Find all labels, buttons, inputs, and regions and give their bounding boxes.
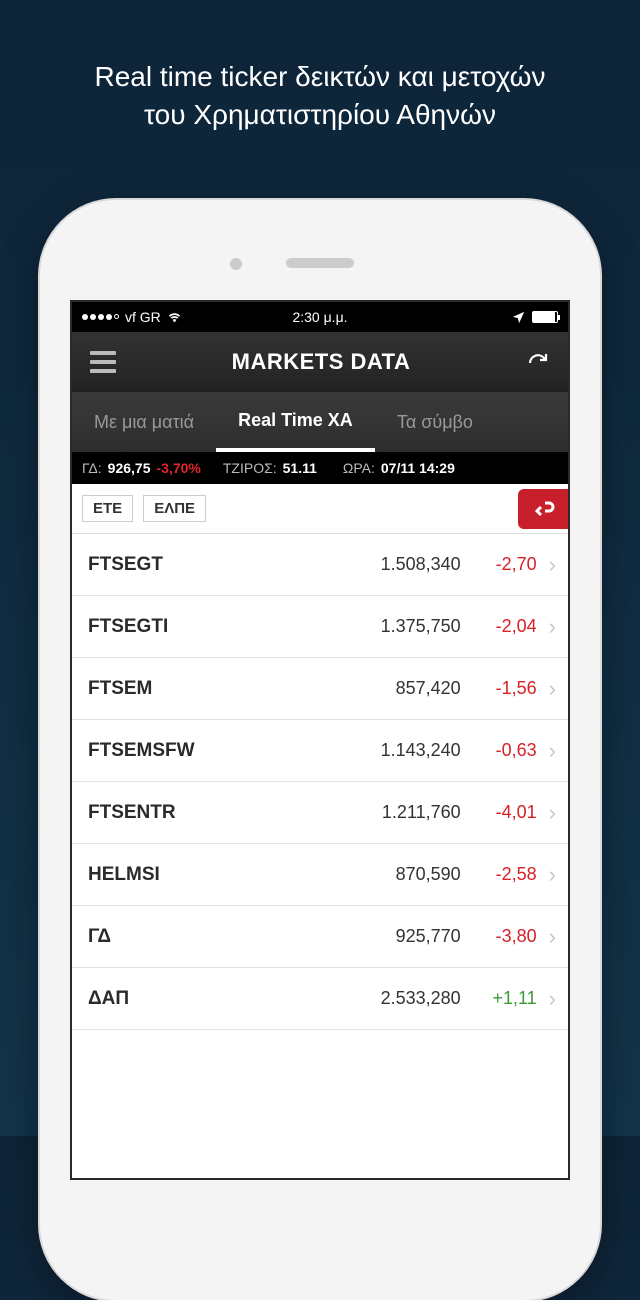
phone-camera <box>230 258 242 270</box>
ticker-price: 925,770 <box>341 926 461 947</box>
ticker-row[interactable]: ΔΑΠ2.533,280+1,11 › <box>72 968 568 1030</box>
chevron-right-icon: › <box>549 738 556 764</box>
ticker-symbol: ΔΑΠ <box>88 988 341 1010</box>
ticker-price: 857,420 <box>341 678 461 699</box>
ora-value: 07/11 14:29 <box>381 460 455 476</box>
ticker-symbol: FTSEGTI <box>88 616 341 638</box>
refresh-icon[interactable] <box>526 350 550 374</box>
ticker-symbol: FTSEMSFW <box>88 740 341 762</box>
toggle-button[interactable] <box>518 489 568 529</box>
wifi-icon <box>167 310 182 325</box>
ticker-symbol: ΓΔ <box>88 926 341 948</box>
ticker-symbol: FTSENTR <box>88 802 341 824</box>
gd-change: -3,70% <box>157 460 201 476</box>
ticker-change: +1,11 <box>461 988 537 1009</box>
chevron-right-icon: › <box>549 986 556 1012</box>
tab-0[interactable]: Με μια ματιά <box>72 392 216 452</box>
ticker-change: -2,70 <box>461 554 537 575</box>
tziros-label: ΤΖΙΡΟΣ: <box>223 460 277 476</box>
tab-1[interactable]: Real Time XA <box>216 392 375 452</box>
chevron-right-icon: › <box>549 552 556 578</box>
carrier-label: vf GR <box>125 309 161 325</box>
tab-bar: Με μια ματιάReal Time XAΤα σύμβο <box>72 392 568 452</box>
ticker-row[interactable]: FTSEM857,420-1,56 › <box>72 658 568 720</box>
ticker-price: 870,590 <box>341 864 461 885</box>
ticker-list[interactable]: FTSEGT1.508,340-2,70›FTSEGTI1.375,750-2,… <box>72 534 568 1178</box>
phone-speaker <box>286 258 354 268</box>
ticker-change: -0,63 <box>461 740 537 761</box>
ticker-price: 1.375,750 <box>341 616 461 637</box>
ticker-price: 1.211,760 <box>341 802 461 823</box>
filter-row: ΕΤΕ ΕΛΠΕ <box>72 484 568 534</box>
ticker-price: 1.508,340 <box>341 554 461 575</box>
ticker-row[interactable]: FTSEGTI1.375,750-2,04 › <box>72 596 568 658</box>
chevron-right-icon: › <box>549 800 556 826</box>
ticker-row[interactable]: FTSEMSFW1.143,240-0,63 › <box>72 720 568 782</box>
filter-chip[interactable]: ΕΤΕ <box>82 495 133 522</box>
status-bar: vf GR 2:30 μ.μ. <box>72 302 568 332</box>
ticker-change: -3,80 <box>461 926 537 947</box>
ticker-change: -2,04 <box>461 616 537 637</box>
battery-icon <box>532 311 558 323</box>
promo-headline: Real time ticker δεικτών και μετοχών του… <box>0 0 640 134</box>
tab-2[interactable]: Τα σύμβο <box>375 392 495 452</box>
app-screen: vf GR 2:30 μ.μ. MARKETS DATA Με μια ματι… <box>70 300 570 1180</box>
gd-value: 926,75 <box>108 460 151 476</box>
toggle-icon <box>531 497 555 521</box>
chevron-right-icon: › <box>549 924 556 950</box>
ticker-change: -1,56 <box>461 678 537 699</box>
nav-bar: MARKETS DATA <box>72 332 568 392</box>
ticker-symbol: FTSEM <box>88 678 341 700</box>
filter-chip[interactable]: ΕΛΠΕ <box>143 495 206 522</box>
chevron-right-icon: › <box>549 862 556 888</box>
tziros-value: 51.11 <box>283 460 317 476</box>
ticker-price: 2.533,280 <box>341 988 461 1009</box>
ticker-row[interactable]: FTSEGT1.508,340-2,70 › <box>72 534 568 596</box>
market-info-bar: ΓΔ: 926,75 -3,70% ΤΖΙΡΟΣ: 51.11 ΩΡΑ: 07/… <box>72 452 568 484</box>
ticker-change: -2,58 <box>461 864 537 885</box>
ticker-symbol: HELMSI <box>88 864 341 886</box>
chevron-right-icon: › <box>549 676 556 702</box>
status-time: 2:30 μ.μ. <box>241 309 400 325</box>
page-title: MARKETS DATA <box>116 349 526 375</box>
gd-label: ΓΔ: <box>82 460 102 476</box>
ticker-price: 1.143,240 <box>341 740 461 761</box>
ora-label: ΩΡΑ: <box>343 460 375 476</box>
ticker-row[interactable]: HELMSI870,590-2,58 › <box>72 844 568 906</box>
ticker-symbol: FTSEGT <box>88 554 341 576</box>
signal-dots-icon <box>82 314 119 320</box>
ticker-row[interactable]: FTSENTR1.211,760-4,01 › <box>72 782 568 844</box>
location-icon <box>511 310 526 325</box>
phone-frame: vf GR 2:30 μ.μ. MARKETS DATA Με μια ματι… <box>40 200 600 1300</box>
chevron-right-icon: › <box>549 614 556 640</box>
ticker-change: -4,01 <box>461 802 537 823</box>
menu-icon[interactable] <box>90 351 116 373</box>
ticker-row[interactable]: ΓΔ925,770-3,80 › <box>72 906 568 968</box>
